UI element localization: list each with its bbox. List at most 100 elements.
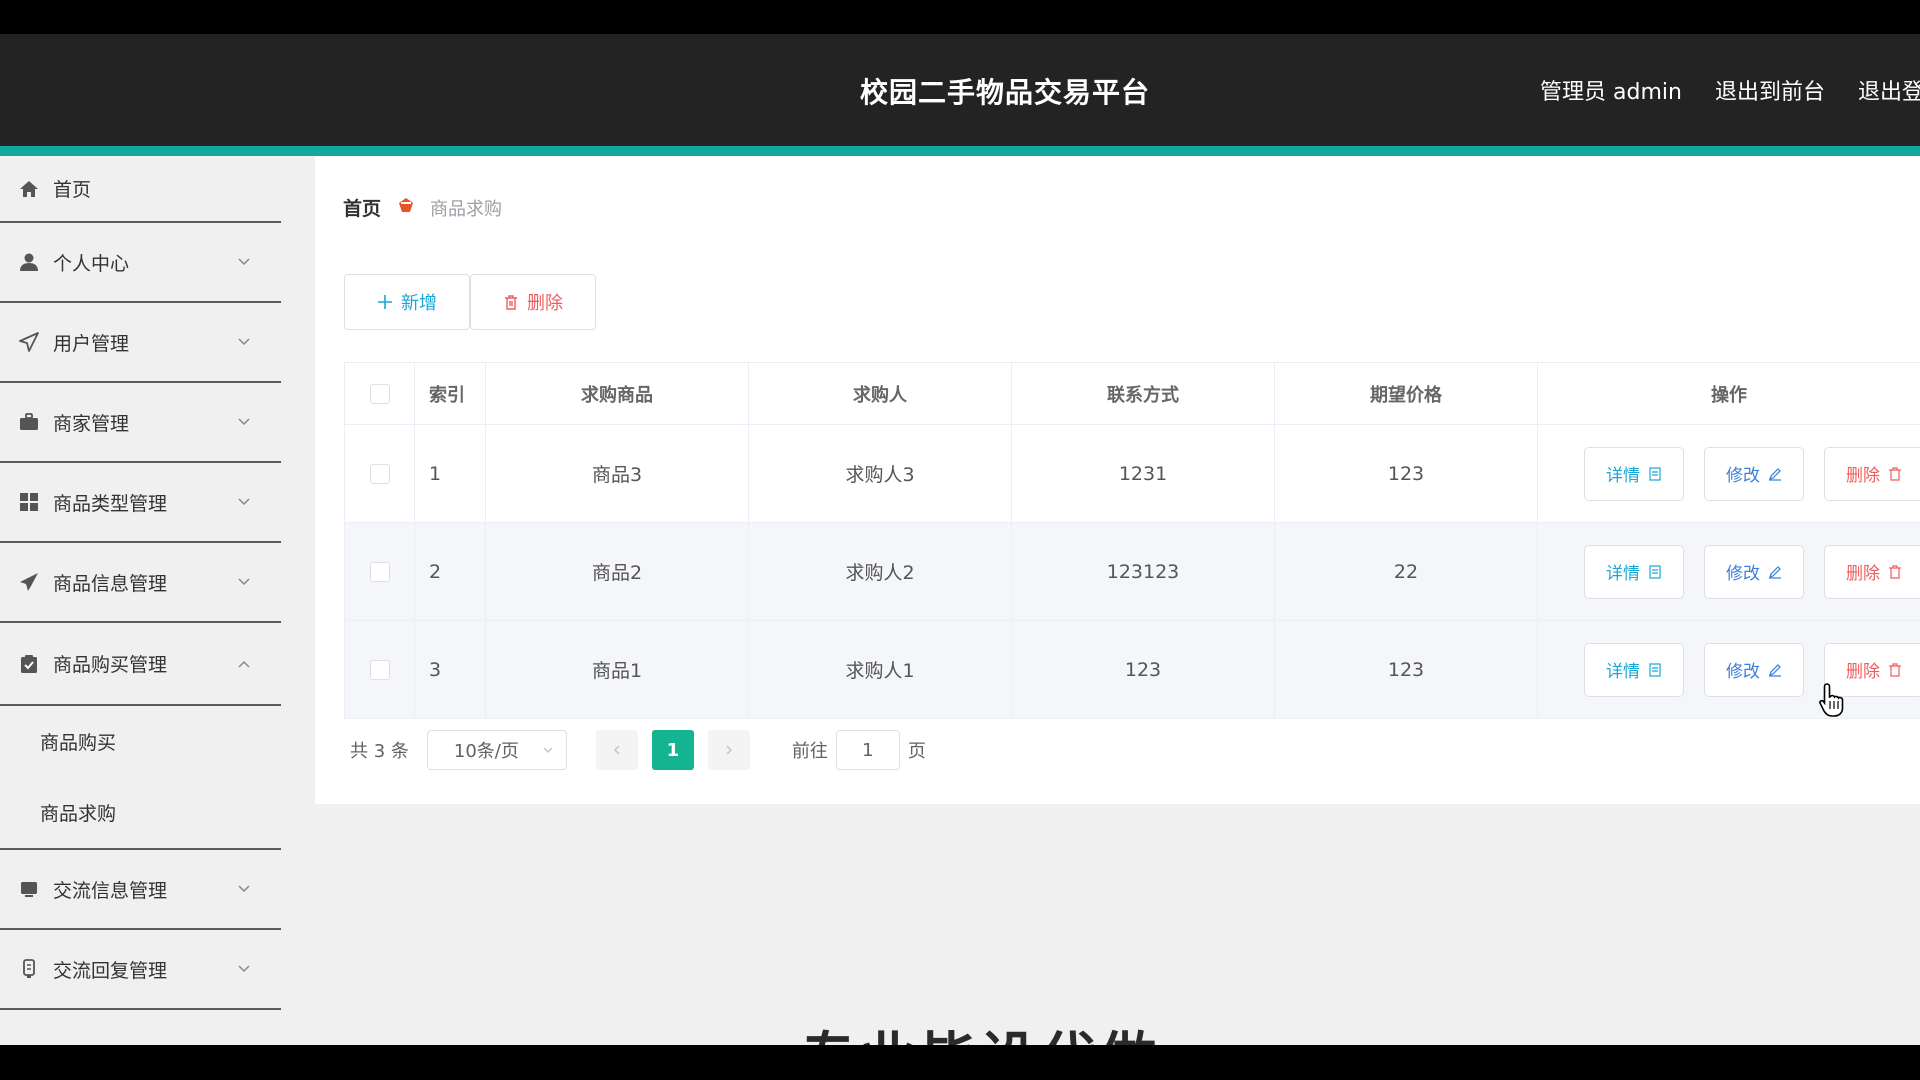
cell-ops: 详情 修改 删除 bbox=[1538, 425, 1920, 522]
cell-index: 2 bbox=[415, 523, 486, 620]
pencil-icon bbox=[1769, 663, 1781, 677]
row-delete-button[interactable]: 删除 bbox=[1824, 544, 1920, 599]
detail-button[interactable]: 详情 bbox=[1584, 642, 1684, 697]
submenu-goods-purchase: 商品购买 商品求购 bbox=[0, 706, 281, 850]
row-checkbox[interactable] bbox=[369, 561, 390, 582]
trash-icon bbox=[1889, 662, 1901, 677]
select-all-checkbox[interactable] bbox=[369, 383, 390, 404]
cell-ops: 详情 修改 删除 bbox=[1538, 523, 1920, 620]
pencil-icon bbox=[1769, 467, 1781, 481]
cell-ops: 详情 修改 删除 bbox=[1538, 621, 1920, 718]
edit-button[interactable]: 修改 bbox=[1704, 446, 1804, 501]
cell-buyer: 求购人1 bbox=[749, 621, 1012, 718]
chevron-up-icon bbox=[238, 660, 250, 668]
send-icon bbox=[18, 331, 40, 353]
batch-delete-button[interactable]: 删除 bbox=[470, 274, 596, 330]
pagination: 共 3 条 10条/页 1 前往 页 bbox=[350, 730, 926, 770]
chevron-left-icon bbox=[613, 745, 620, 755]
exit-to-front-link[interactable]: 退出到前台 bbox=[1715, 74, 1825, 106]
sidebar-item-label: 商品类型管理 bbox=[53, 492, 168, 515]
pagination-total: 共 3 条 bbox=[350, 741, 409, 762]
grid-icon bbox=[18, 491, 40, 513]
goto-label: 前往 bbox=[791, 741, 828, 762]
breadcrumb-home[interactable]: 首页 bbox=[343, 194, 381, 221]
sidebar-item-user-mgmt[interactable]: 用户管理 bbox=[0, 303, 281, 383]
detail-label: 详情 bbox=[1606, 564, 1640, 584]
cell-index: 1 bbox=[415, 425, 486, 522]
sidebar-item-label: 商品信息管理 bbox=[53, 572, 168, 595]
cell-price: 123 bbox=[1275, 621, 1538, 718]
cell-price: 22 bbox=[1275, 523, 1538, 620]
sidebar-item-label: 交流信息管理 bbox=[53, 879, 168, 902]
page-suffix: 页 bbox=[907, 741, 926, 762]
sidebar-item-merchant-mgmt[interactable]: 商家管理 bbox=[0, 383, 281, 463]
cell-contact: 123123 bbox=[1012, 523, 1275, 620]
home-icon bbox=[18, 178, 40, 200]
sidebar-item-label: 商家管理 bbox=[53, 412, 130, 435]
table-row: 2 商品2 求购人2 123123 22 详情 修改 删除 bbox=[344, 523, 1920, 621]
user-icon bbox=[18, 251, 40, 273]
chevron-down-icon bbox=[238, 418, 250, 426]
edit-button[interactable]: 修改 bbox=[1704, 544, 1804, 599]
cell-contact: 1231 bbox=[1012, 425, 1275, 522]
submenu-item-goods-wanted[interactable]: 商品求购 bbox=[0, 777, 281, 848]
page-number-current[interactable]: 1 bbox=[651, 730, 694, 770]
header-ops: 操作 bbox=[1711, 384, 1747, 406]
submenu-item-goods-purchase[interactable]: 商品购买 bbox=[0, 706, 281, 777]
edit-button[interactable]: 修改 bbox=[1704, 642, 1804, 697]
app-screen: 校园二手物品交易平台 管理员 admin 退出到前台 退出登录 首页 个人中心 bbox=[0, 34, 1920, 1045]
sidebar-item-personal-center[interactable]: 个人中心 bbox=[0, 223, 281, 303]
cell-price: 123 bbox=[1275, 425, 1538, 522]
cell-contact: 123 bbox=[1012, 621, 1275, 718]
hand-cursor-icon bbox=[1819, 683, 1844, 717]
prev-page-button[interactable] bbox=[595, 730, 638, 770]
row-delete-button[interactable]: 删除 bbox=[1824, 446, 1920, 501]
cell-goods: 商品3 bbox=[486, 425, 749, 522]
add-button[interactable]: 新增 bbox=[344, 274, 470, 330]
edit-label: 修改 bbox=[1726, 662, 1760, 682]
row-check-cell bbox=[344, 523, 415, 620]
goto-page-input[interactable] bbox=[835, 730, 900, 770]
sidebar-item-home[interactable]: 首页 bbox=[0, 156, 281, 223]
sidebar-item-label: 用户管理 bbox=[53, 332, 130, 355]
next-page-button[interactable] bbox=[707, 730, 750, 770]
chevron-right-icon bbox=[726, 745, 732, 755]
row-check-cell bbox=[344, 621, 415, 718]
cell-buyer: 求购人2 bbox=[749, 523, 1012, 620]
cell-goods: 商品1 bbox=[486, 621, 749, 718]
sidebar-item-goods-type-mgmt[interactable]: 商品类型管理 bbox=[0, 463, 281, 543]
page-size-value: 10条/页 bbox=[453, 741, 519, 762]
table-header-row: 索引 求购商品 求购人 联系方式 期望价格 操作 bbox=[344, 363, 1920, 425]
pencil-icon bbox=[1769, 565, 1781, 579]
delete-label: 删除 bbox=[1846, 564, 1880, 584]
sidebar-item-message-mgmt[interactable]: 交流信息管理 bbox=[0, 850, 281, 930]
sidebar-item-reply-mgmt[interactable]: 交流回复管理 bbox=[0, 930, 281, 1010]
row-checkbox[interactable] bbox=[369, 463, 390, 484]
sidebar-item-label: 首页 bbox=[53, 179, 92, 201]
document-icon bbox=[1649, 662, 1661, 677]
sidebar-item-goods-info-mgmt[interactable]: 商品信息管理 bbox=[0, 543, 281, 623]
trash-icon bbox=[1889, 564, 1901, 579]
header-actions: 管理员 admin 退出到前台 退出登录 bbox=[1540, 74, 1920, 106]
page-size-select[interactable]: 10条/页 bbox=[426, 730, 567, 770]
detail-label: 详情 bbox=[1606, 662, 1640, 682]
logout-link[interactable]: 退出登录 bbox=[1858, 74, 1920, 106]
header-check-cell bbox=[344, 363, 415, 424]
watermark-text: 专业毕设代做 bbox=[800, 1014, 1160, 1045]
row-checkbox[interactable] bbox=[369, 659, 390, 680]
chevron-down-icon bbox=[238, 885, 250, 893]
briefcase-icon bbox=[18, 411, 40, 433]
sidebar: 首页 个人中心 用户管理 商家管理 商品类型管理 商品信息管理 商品购买管理 商… bbox=[0, 156, 281, 1045]
chevron-down-icon bbox=[238, 498, 250, 506]
chevron-down-icon bbox=[543, 747, 553, 753]
detail-label: 详情 bbox=[1606, 466, 1640, 486]
table-row: 3 商品1 求购人1 123 123 详情 修改 删除 bbox=[344, 621, 1920, 719]
add-button-label: 新增 bbox=[401, 293, 437, 314]
detail-button[interactable]: 详情 bbox=[1584, 446, 1684, 501]
chevron-down-icon bbox=[238, 338, 250, 346]
header-goods: 求购商品 bbox=[486, 363, 749, 424]
chevron-down-icon bbox=[238, 965, 250, 973]
sidebar-item-goods-purchase-mgmt[interactable]: 商品购买管理 bbox=[0, 623, 281, 706]
device-icon bbox=[18, 958, 40, 980]
detail-button[interactable]: 详情 bbox=[1584, 544, 1684, 599]
